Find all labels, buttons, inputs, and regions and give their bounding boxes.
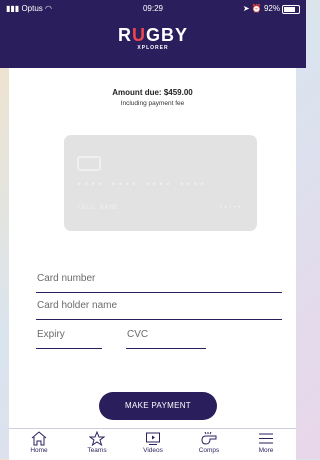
menu-icon [259, 433, 273, 444]
tab-teams-label: Teams [87, 447, 107, 454]
battery-icon [282, 5, 300, 14]
battery-status: ➤ ⏰ 92% [243, 4, 280, 13]
tab-videos[interactable]: Videos [125, 431, 181, 454]
card-holder-input[interactable]: Card holder name [36, 300, 282, 320]
whistle-icon [201, 431, 217, 445]
tab-teams[interactable]: Teams [69, 431, 125, 454]
amount-due: Amount due: $459.00 [112, 88, 193, 97]
battery-percent: 92% [263, 4, 280, 13]
home-icon [31, 431, 47, 446]
status-bar: ▮▮▮ Optus ◠ 09:29 ➤ ⏰ 92% [0, 0, 306, 18]
card-number-input[interactable]: Card number [36, 273, 282, 293]
app-header: ▮▮▮ Optus ◠ 09:29 ➤ ⏰ 92% RUGBY XPLORER [0, 0, 306, 68]
bottom-tab-bar: Home Teams Videos Comps More [9, 428, 296, 460]
expiry-input[interactable]: Expiry [36, 329, 102, 349]
play-icon [146, 432, 160, 445]
tab-comps[interactable]: Comps [181, 431, 237, 454]
alarm-icon: ⏰ [251, 4, 262, 13]
tab-home[interactable]: Home [11, 431, 67, 454]
logo-subtitle: XPLORER [137, 45, 169, 51]
card-chip-icon [77, 156, 101, 171]
star-icon [89, 431, 105, 446]
cvc-input[interactable]: CVC [126, 329, 206, 349]
make-payment-button[interactable]: MAKE PAYMENT [99, 392, 217, 420]
payment-fee-note: Including payment fee [120, 100, 185, 107]
payment-panel: Amount due: $459.00 Including payment fe… [9, 68, 296, 428]
card-preview-name: FULL NAME [77, 204, 119, 211]
tab-more[interactable]: More [238, 431, 294, 454]
card-preview: •••• •••• •••• •••• FULL NAME ••/•• [64, 135, 257, 231]
app-logo: RUGBY XPLORER [0, 26, 306, 51]
logo-wordmark: RUGBY [117, 25, 188, 45]
tab-home-label: Home [30, 447, 48, 454]
card-preview-expiry: ••/•• [218, 204, 242, 211]
location-icon: ➤ [242, 4, 250, 13]
app-screen: ▮▮▮ Optus ◠ 09:29 ➤ ⏰ 92% RUGBY XPLORER … [0, 0, 306, 460]
tab-comps-label: Comps [198, 447, 220, 454]
tab-more-label: More [258, 447, 274, 454]
tab-videos-label: Videos [143, 447, 163, 454]
card-preview-number: •••• •••• •••• •••• [77, 180, 207, 189]
